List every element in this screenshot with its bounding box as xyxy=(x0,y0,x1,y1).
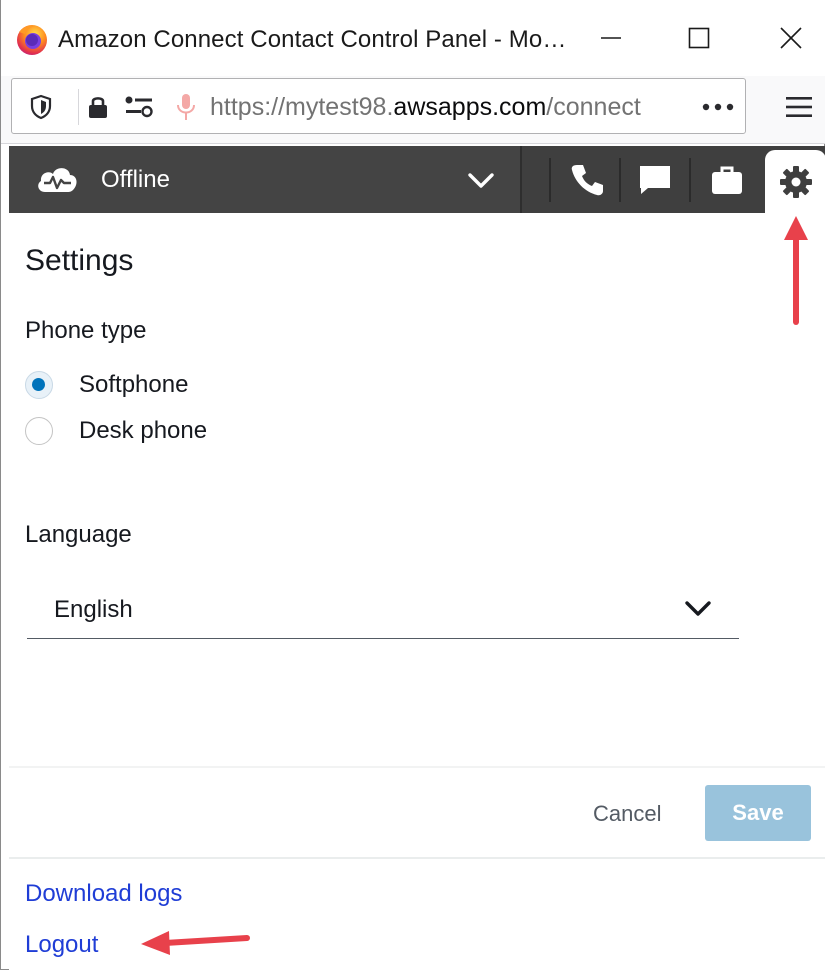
gear-icon xyxy=(779,165,812,198)
ccp-header: Offline xyxy=(9,146,825,213)
url-bar-divider xyxy=(78,89,79,125)
phone-icon xyxy=(571,164,603,195)
tab-settings[interactable] xyxy=(765,150,825,213)
url-prefix: https://mytest98. xyxy=(210,93,394,121)
hamburger-menu-icon[interactable] xyxy=(781,92,817,122)
desk-phone-label: Desk phone xyxy=(79,417,208,444)
chat-icon xyxy=(640,165,670,194)
phone-type-label: Phone type xyxy=(25,317,147,344)
window-title: Amazon Connect Contact Control Panel - M… xyxy=(58,26,567,53)
links-divider xyxy=(9,857,825,859)
tab-chat[interactable] xyxy=(623,146,687,213)
maximize-icon xyxy=(688,27,710,49)
softphone-label: Softphone xyxy=(79,371,189,398)
save-button[interactable]: Save xyxy=(705,785,811,841)
language-label: Language xyxy=(25,521,132,548)
page-title: Settings xyxy=(25,244,134,277)
desk-phone-radio[interactable] xyxy=(25,417,53,445)
chevron-down-icon xyxy=(468,173,494,188)
firefox-logo-icon xyxy=(17,25,47,55)
page-actions-more-icon[interactable] xyxy=(698,93,738,121)
download-logs-link[interactable]: Download logs xyxy=(25,880,182,908)
softphone-radio-option[interactable]: Softphone xyxy=(25,368,188,402)
url-bar[interactable]: https://mytest98.awsapps.com/connect xyxy=(11,78,746,134)
title-bar: Amazon Connect Contact Control Panel - M… xyxy=(1,0,825,76)
agent-status-dropdown[interactable]: Offline xyxy=(9,146,522,213)
softphone-radio[interactable] xyxy=(25,371,53,399)
header-divider xyxy=(689,158,691,202)
chevron-down-icon xyxy=(685,601,711,616)
briefcase-icon xyxy=(712,166,742,194)
url-suffix: /connect xyxy=(546,93,641,121)
language-select[interactable]: English xyxy=(27,579,739,639)
header-divider xyxy=(619,158,621,202)
tab-phone[interactable] xyxy=(557,146,617,213)
microphone-icon[interactable] xyxy=(172,93,200,121)
tracking-protection-shield-icon[interactable] xyxy=(28,93,54,121)
logout-link[interactable]: Logout xyxy=(25,931,98,959)
minimize-icon xyxy=(601,37,621,39)
navigation-toolbar: https://mytest98.awsapps.com/connect xyxy=(1,76,825,144)
desk-phone-radio-option[interactable]: Desk phone xyxy=(25,414,207,448)
url-text[interactable]: https://mytest98.awsapps.com/connect xyxy=(210,93,690,122)
header-divider xyxy=(549,158,551,202)
close-icon xyxy=(780,27,802,49)
cloud-status-icon xyxy=(38,168,77,192)
url-host: awsapps.com xyxy=(393,93,547,121)
cancel-button[interactable]: Cancel xyxy=(593,801,661,827)
minimize-button[interactable] xyxy=(589,18,633,58)
permissions-icon[interactable] xyxy=(122,93,156,121)
annotation-arrow-left-icon xyxy=(141,931,250,955)
maximize-button[interactable] xyxy=(677,18,721,58)
browser-window: Amazon Connect Contact Control Panel - M… xyxy=(0,0,825,970)
close-window-button[interactable] xyxy=(769,18,813,58)
language-selected-value: English xyxy=(54,596,133,623)
agent-status-label: Offline xyxy=(101,166,170,193)
tab-cases[interactable] xyxy=(695,146,759,213)
footer-divider xyxy=(9,766,825,768)
annotation-arrow-up-icon xyxy=(784,216,808,325)
settings-panel: Settings Phone type Softphone Desk phone… xyxy=(9,213,825,970)
lock-icon[interactable] xyxy=(84,93,112,121)
